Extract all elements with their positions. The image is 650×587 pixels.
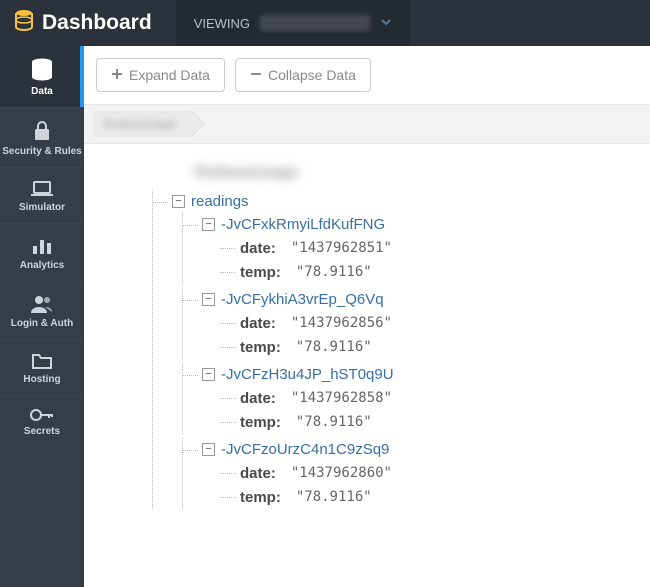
leaf-value: "1437962860" [288, 464, 395, 482]
sidebar-item-label: Login & Auth [11, 318, 73, 329]
tree-leaf: temp "78.9116" [204, 335, 630, 359]
leaf-key: temp [240, 414, 287, 431]
expand-label: Expand Data [129, 67, 210, 83]
sidebar-item-label: Hosting [23, 374, 60, 385]
tree-leaf: temp "78.9116" [204, 260, 630, 284]
tree-node-readings: − readings − -JvCFxkRmyiLfdKufFNG date "… [144, 190, 630, 509]
leaf-key: date [240, 240, 282, 257]
collapse-toggle[interactable]: − [202, 293, 215, 306]
node-key[interactable]: -JvCFxkRmyiLfdKufFNG [221, 216, 385, 233]
tree-node-entry: − -JvCFzH3u4JP_hST0q9U date "1437962858"… [174, 363, 630, 434]
collapse-toggle[interactable]: − [202, 218, 215, 231]
leaf-key: date [240, 390, 282, 407]
viewing-app-name: firebase-app-7b4e [260, 15, 370, 31]
viewing-selector[interactable]: VIEWING firebase-app-7b4e [176, 0, 410, 46]
node-key[interactable]: readings [191, 193, 249, 210]
leaf-value: "78.9116" [293, 263, 375, 281]
logo: Dashboard [0, 9, 166, 38]
toolbar: Expand Data Collapse Data [84, 46, 650, 105]
leaf-key: date [240, 315, 282, 332]
leaf-value: "78.9116" [293, 338, 375, 356]
sidebar-item-secrets[interactable]: Secrets [0, 395, 84, 447]
laptop-icon [30, 180, 54, 198]
top-bar: Dashboard VIEWING firebase-app-7b4e [0, 0, 650, 46]
sidebar-item-login[interactable]: Login & Auth [0, 281, 84, 339]
firebase-logo-icon [14, 9, 34, 38]
expand-data-button[interactable]: Expand Data [96, 58, 225, 92]
viewing-label: VIEWING [194, 16, 250, 31]
leaf-key: temp [240, 489, 287, 506]
tree-node-entry: − -JvCFykhiA3vrEp_Q6Vq date "1437962856"… [174, 288, 630, 359]
leaf-key: date [240, 465, 282, 482]
sidebar-item-label: Security & Rules [2, 146, 81, 157]
sidebar-item-data[interactable]: Data [0, 46, 84, 107]
sidebar-item-label: Analytics [20, 260, 64, 271]
collapse-data-button[interactable]: Collapse Data [235, 58, 371, 92]
tree-leaf: temp "78.9116" [204, 485, 630, 509]
tree-leaf: date "1437962851" [204, 236, 630, 260]
tree-leaf: date "1437962860" [204, 461, 630, 485]
sidebar-item-label: Secrets [24, 426, 60, 437]
breadcrumb-bar: firebaseioapp [84, 105, 650, 144]
leaf-value: "78.9116" [293, 488, 375, 506]
plus-icon [111, 67, 123, 83]
sidebar-item-hosting[interactable]: Hosting [0, 339, 84, 395]
sidebar-item-label: Simulator [19, 202, 65, 213]
tree-node-entry: − -JvCFxkRmyiLfdKufFNG date "1437962851"… [174, 213, 630, 284]
leaf-value: "1437962856" [288, 314, 395, 332]
node-key[interactable]: -JvCFzoUrzC4n1C9zSq9 [221, 441, 389, 458]
chart-icon [31, 236, 53, 256]
breadcrumb-label: firebaseioapp [104, 117, 176, 131]
leaf-key: temp [240, 264, 287, 281]
collapse-toggle[interactable]: − [202, 368, 215, 381]
lock-icon [32, 120, 52, 142]
key-icon [30, 408, 54, 422]
collapse-toggle[interactable]: − [172, 195, 185, 208]
leaf-value: "78.9116" [293, 413, 375, 431]
collapse-toggle[interactable]: − [202, 443, 215, 456]
collapse-label: Collapse Data [268, 67, 356, 83]
sidebar-item-simulator[interactable]: Simulator [0, 167, 84, 223]
data-tree: firebaseioapp − readings − -JvCFxkRmyiLf… [84, 144, 650, 587]
database-icon [29, 58, 55, 82]
tree-node-entry: − -JvCFzoUrzC4n1C9zSq9 date "1437962860"… [174, 438, 630, 509]
tree-leaf: date "1437962856" [204, 311, 630, 335]
leaf-key: temp [240, 339, 287, 356]
app-title: Dashboard [42, 11, 152, 35]
node-key[interactable]: -JvCFzH3u4JP_hST0q9U [221, 366, 394, 383]
leaf-value: "1437962858" [288, 389, 395, 407]
users-icon [30, 294, 54, 314]
breadcrumb-root[interactable]: firebaseioapp [94, 111, 192, 137]
sidebar-item-security[interactable]: Security & Rules [0, 107, 84, 167]
sidebar-item-analytics[interactable]: Analytics [0, 223, 84, 281]
node-key[interactable]: -JvCFykhiA3vrEp_Q6Vq [221, 291, 384, 308]
sidebar-item-label: Data [31, 86, 53, 97]
leaf-value: "1437962851" [288, 239, 395, 257]
tree-leaf: temp "78.9116" [204, 410, 630, 434]
sidebar: Data Security & Rules Simulator Analytic… [0, 46, 84, 587]
folder-icon [31, 352, 53, 370]
chevron-down-icon [380, 16, 392, 31]
minus-icon [250, 67, 262, 83]
tree-root-label: firebaseioapp [144, 164, 630, 182]
tree-leaf: date "1437962858" [204, 386, 630, 410]
